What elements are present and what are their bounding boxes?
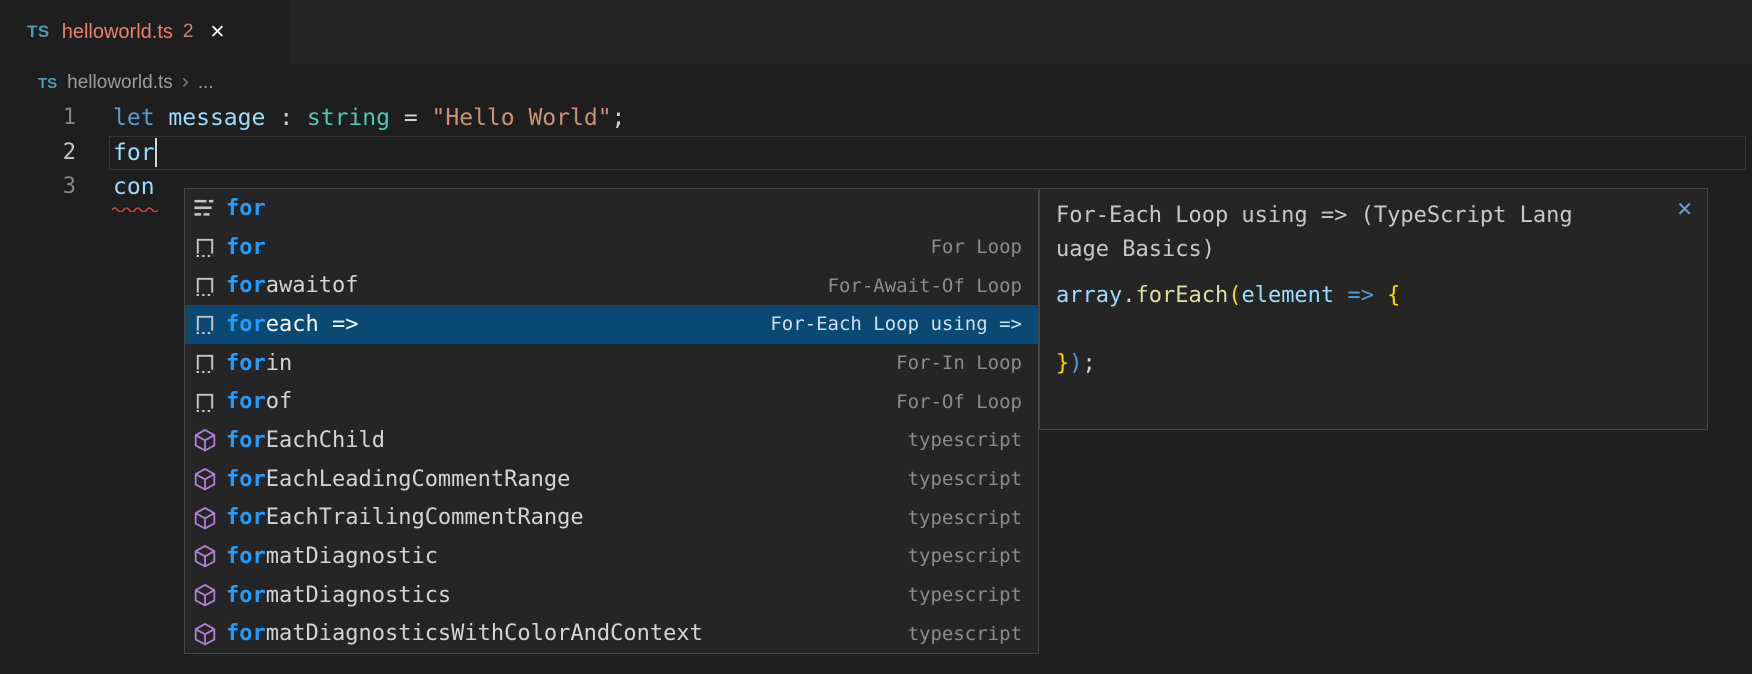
tab-helloworld[interactable]: TS helloworld.ts 2 ✕ [0,0,290,64]
close-icon[interactable]: ✕ [1676,197,1693,222]
suggest-item[interactable]: for For Loop [185,228,1038,267]
code-line-1[interactable]: 1 let message : string = "Hello World"; [0,101,1752,136]
code-line-2[interactable]: 2 for [0,136,1752,171]
suggest-item[interactable]: formatDiagnostic typescript [185,537,1038,576]
breadcrumb-symbol-ellipsis[interactable]: ... [198,72,214,94]
snippet-icon [193,235,217,259]
symbol-method-icon [193,467,217,491]
suggest-item[interactable]: forEachTrailingCommentRange typescript [185,498,1038,537]
snippet-icon [193,274,217,298]
suggest-details-panel: For-Each Loop using => (TypeScript Lang … [1039,188,1708,430]
keyword-icon [193,196,217,220]
doc-title-line-1: For-Each Loop using => (TypeScript Lang [1056,199,1691,233]
breadcrumb: TS helloworld.ts › ... [0,64,214,102]
method-icon [193,428,217,452]
line-number: 3 [0,170,76,205]
suggest-item[interactable]: forin For-In Loop [185,344,1038,383]
suggest-item-selected[interactable]: foreach => For-Each Loop using => [185,305,1038,344]
symbol-snippet-icon [193,274,217,298]
symbol-keyword-icon [193,196,217,220]
snippet-icon [193,312,217,336]
suggest-item[interactable]: forawaitof For-Await-Of Loop [185,266,1038,305]
suggest-item[interactable]: forEachLeadingCommentRange typescript [185,460,1038,499]
snippet-icon [193,390,217,414]
suggest-item[interactable]: forof For-Of Loop [185,382,1038,421]
close-icon[interactable]: ✕ [209,21,225,44]
intellisense-suggest-widget: for for For Loop forawaitof For-Await-Of… [184,188,1039,654]
code-text: for [113,136,155,171]
symbol-method-icon [193,544,217,568]
method-icon [193,467,217,491]
symbol-snippet-icon [193,235,217,259]
tab-bar: TS helloworld.ts 2 ✕ [0,0,1752,64]
method-icon [193,506,217,530]
tab-problem-count: 2 [183,21,194,43]
chevron-right-icon: › [182,70,189,96]
symbol-method-icon [193,428,217,452]
doc-code-line: array.forEach(element => { [1056,279,1691,313]
doc-code-line: }); [1056,347,1691,381]
snippet-icon [193,351,217,375]
breadcrumb-filename[interactable]: helloworld.ts [67,72,173,94]
symbol-method-icon [193,583,217,607]
suggest-item[interactable]: formatDiagnostics typescript [185,576,1038,615]
line-number: 2 [0,136,76,171]
suggest-item[interactable]: forEachChild typescript [185,421,1038,460]
suggest-item[interactable]: for [185,189,1038,228]
symbol-method-icon [193,622,217,646]
tab-title: helloworld.ts [62,21,173,44]
code-text: let message : string = "Hello World"; [113,101,625,136]
text-cursor [155,138,157,167]
doc-code-line [1056,313,1691,347]
method-icon [193,544,217,568]
typescript-file-icon: TS [27,22,50,42]
method-icon [193,622,217,646]
symbol-method-icon [193,506,217,530]
method-icon [193,583,217,607]
symbol-snippet-icon [193,390,217,414]
doc-title-line-2: uage Basics) [1056,233,1691,267]
vscode-editor: { "tab": { "file_badge": "TS", "title": … [0,0,1752,674]
symbol-snippet-icon [193,312,217,336]
error-squiggle [112,199,158,217]
line-number: 1 [0,101,76,136]
doc-code-snippet: array.forEach(element => {}); [1056,279,1691,381]
typescript-file-icon: TS [38,75,57,92]
suggest-item[interactable]: formatDiagnosticsWithColorAndContext typ… [185,614,1038,653]
symbol-snippet-icon [193,351,217,375]
